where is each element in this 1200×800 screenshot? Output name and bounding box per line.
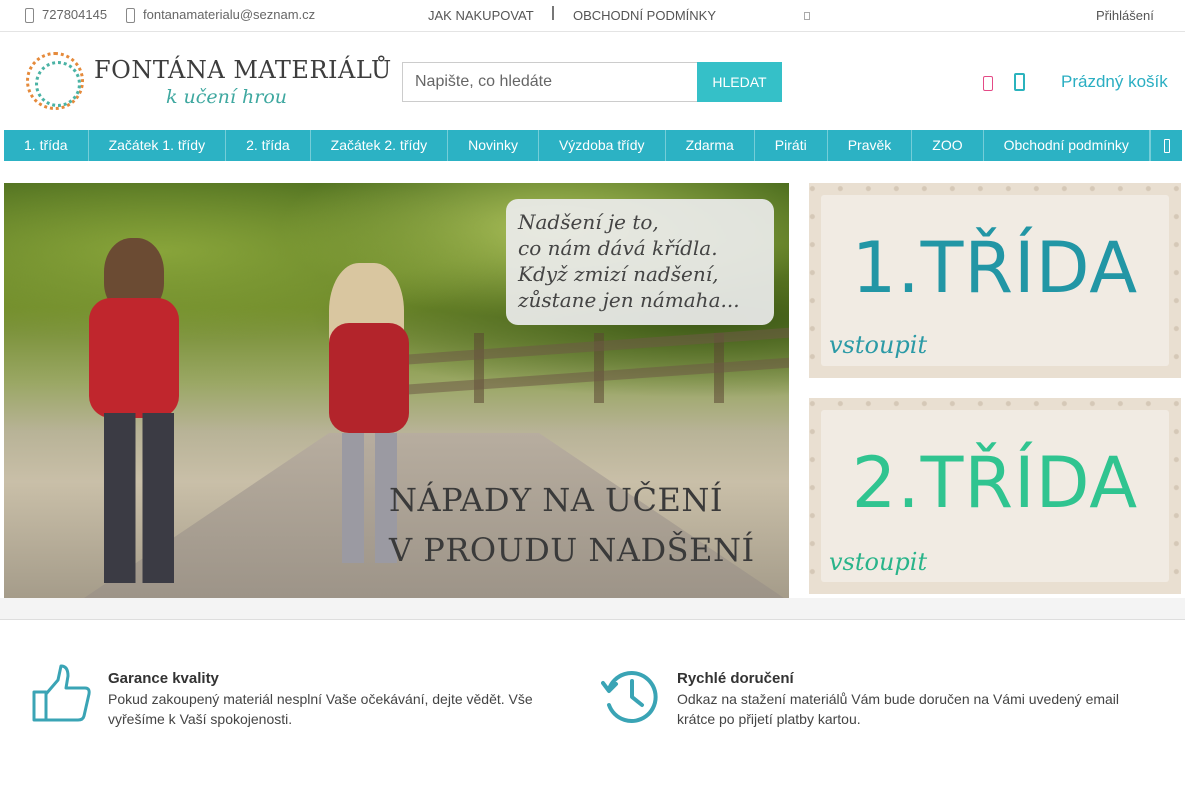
email-address: fontanamaterialu@seznam.cz [143, 7, 316, 22]
more-links-icon[interactable] [804, 12, 810, 20]
quote-line: zůstane jen námaha... [518, 288, 740, 312]
promo-1-trida[interactable]: 1.TŘÍDA vstoupit [809, 183, 1181, 378]
phone-icon [24, 7, 34, 23]
quote-line: Nadšení je to, [518, 210, 659, 234]
logo-title: FONTÁNA MATERIÁLŮ [94, 56, 392, 84]
nav-more-button[interactable] [1150, 130, 1182, 161]
quote-line: Když zmizí nadšení, [518, 262, 719, 286]
top-bar-divider [552, 6, 554, 20]
section-divider [0, 619, 1185, 620]
hero-banner[interactable]: Nadšení je to, co nám dává křídla. Když … [4, 183, 789, 598]
nav-item-obchodni-podminky[interactable]: Obchodní podmínky [984, 130, 1150, 161]
nav-item-1-trida[interactable]: 1. třída [4, 130, 89, 161]
promo-2-trida[interactable]: 2.TŘÍDA vstoupit [809, 398, 1181, 594]
mobile-icon [125, 7, 135, 23]
site-logo[interactable]: FONTÁNA MATERIÁLŮ k učení hrou [26, 50, 391, 112]
feature-title: Rychlé doručení [677, 670, 794, 687]
nav-item-zacatek-2-tridy[interactable]: Začátek 2. třídy [311, 130, 449, 161]
promo-enter-link[interactable]: vstoupit [829, 331, 927, 359]
history-clock-icon [601, 671, 658, 723]
nav-item-pravek[interactable]: Pravěk [828, 130, 913, 161]
hero-headline-line: NÁPADY NA UČENÍ [389, 481, 723, 519]
logo-emblem [26, 52, 84, 110]
nav-item-2-trida[interactable]: 2. třída [226, 130, 311, 161]
thumbs-up-icon [32, 664, 91, 722]
nav-item-zacatek-1-tridy[interactable]: Začátek 1. třídy [89, 130, 227, 161]
hero-headline-line: V PROUDU NADŠENÍ [389, 531, 755, 569]
nav-item-pirati[interactable]: Piráti [755, 130, 828, 161]
phone-contact[interactable]: 727804145 [24, 7, 108, 23]
link-obchodni-podminky[interactable]: OBCHODNÍ PODMÍNKY [573, 8, 716, 23]
search-button[interactable]: HLEDAT [697, 62, 782, 102]
search-input[interactable] [402, 62, 697, 102]
feature-text: Pokud zakoupený materiál nesplní Vaše oč… [108, 691, 533, 727]
phone-number: 727804145 [42, 7, 108, 22]
email-contact[interactable]: fontanamaterialu@seznam.cz [125, 7, 316, 23]
nav-item-zoo[interactable]: ZOO [912, 130, 984, 161]
search-form: HLEDAT [402, 62, 782, 102]
main-navigation: 1. třída Začátek 1. třídy 2. třída Začát… [4, 130, 1182, 161]
top-bar: 727804145 fontanamaterialu@seznam.cz JAK… [0, 0, 1185, 32]
promo-title: 1.TŘÍDA [851, 227, 1139, 309]
cart-link[interactable]: Prázdný košík [1061, 72, 1168, 92]
link-jak-nakupovat[interactable]: JAK NAKUPOVAT [428, 8, 534, 23]
feature-text: Odkaz na stažení materiálů Vám bude doru… [677, 691, 1120, 727]
cart-icon[interactable] [1014, 73, 1025, 91]
logo-subtitle: k učení hrou [166, 86, 288, 108]
login-link[interactable]: Přihlášení [1096, 8, 1154, 23]
nav-item-novinky[interactable]: Novinky [448, 130, 539, 161]
quote-line: co nám dává křídla. [518, 236, 718, 260]
promo-title: 2.TŘÍDA [851, 442, 1139, 524]
promo-enter-link[interactable]: vstoupit [829, 548, 927, 576]
section-band [0, 598, 1185, 619]
nav-item-vyzdoba-tridy[interactable]: Výzdoba třídy [539, 130, 666, 161]
feature-title: Garance kvality [108, 670, 219, 687]
nav-item-zdarma[interactable]: Zdarma [666, 130, 755, 161]
hero-child-left [64, 228, 214, 588]
hero-quote: Nadšení je to, co nám dává křídla. Když … [506, 199, 774, 325]
wishlist-icon[interactable] [983, 76, 993, 91]
